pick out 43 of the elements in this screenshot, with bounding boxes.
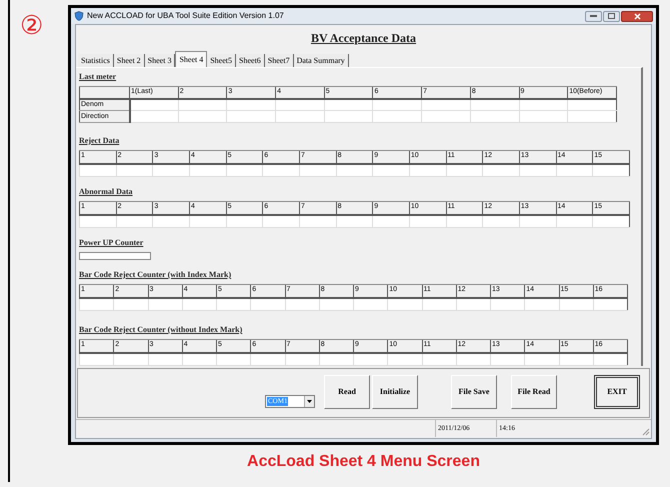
action-button[interactable]: Initialize [372,375,418,409]
section-label: Bar Code Reject Counter (with Index Mark) [79,270,232,280]
tab[interactable]: Data Summary [294,54,349,67]
table-cell [372,110,422,122]
section-label: Power UP Counter [79,238,144,248]
tab[interactable]: Sheet6 [236,54,265,67]
close-icon [634,12,640,20]
action-button[interactable]: EXIT [594,375,640,409]
action-button[interactable]: Read [324,375,370,409]
table-cell [470,110,519,122]
table-cell [226,110,276,122]
maximize-button[interactable] [603,10,620,22]
section-label: Bar Code Reject Counter (without Index Mark) [79,325,242,335]
page-heading: BV Acceptance Data [310,30,416,47]
tab[interactable]: Sheet 2 [114,54,145,67]
tab[interactable]: Sheet5 [207,54,236,67]
minimize-icon [590,15,597,17]
minimize-button[interactable] [585,10,602,22]
section-label: Reject Data [79,136,120,146]
counter-field[interactable] [79,252,151,260]
header-cell [80,86,130,98]
action-button[interactable]: File Save [451,375,497,409]
section-label: Last meter [79,72,116,82]
maximize-icon [608,13,615,19]
tab[interactable]: Sheet 4 [175,51,208,67]
window-title: New ACCLOAD for UBA Tool Suite Edition Version 1.07 [87,10,284,22]
step-number: ② [20,10,43,40]
resize-grip-icon [642,428,650,436]
table-cell [276,110,324,122]
close-button[interactable] [621,10,653,22]
app-shield-icon [74,11,84,21]
table-cell [519,110,568,122]
table-cell [422,110,470,122]
table-cell [324,110,373,122]
action-button[interactable]: File Read [511,375,557,409]
tab[interactable]: Sheet 3 [144,54,176,67]
dropdown-arrow-icon [307,400,312,403]
tab[interactable]: Sheet7 [264,54,294,67]
section-label: Abnormal Data [79,187,133,197]
tab[interactable]: Statistics [78,54,114,67]
figure-caption: AccLoad Sheet 4 Menu Screen [247,452,480,472]
table-cell [178,110,227,122]
table-cell [568,110,616,122]
